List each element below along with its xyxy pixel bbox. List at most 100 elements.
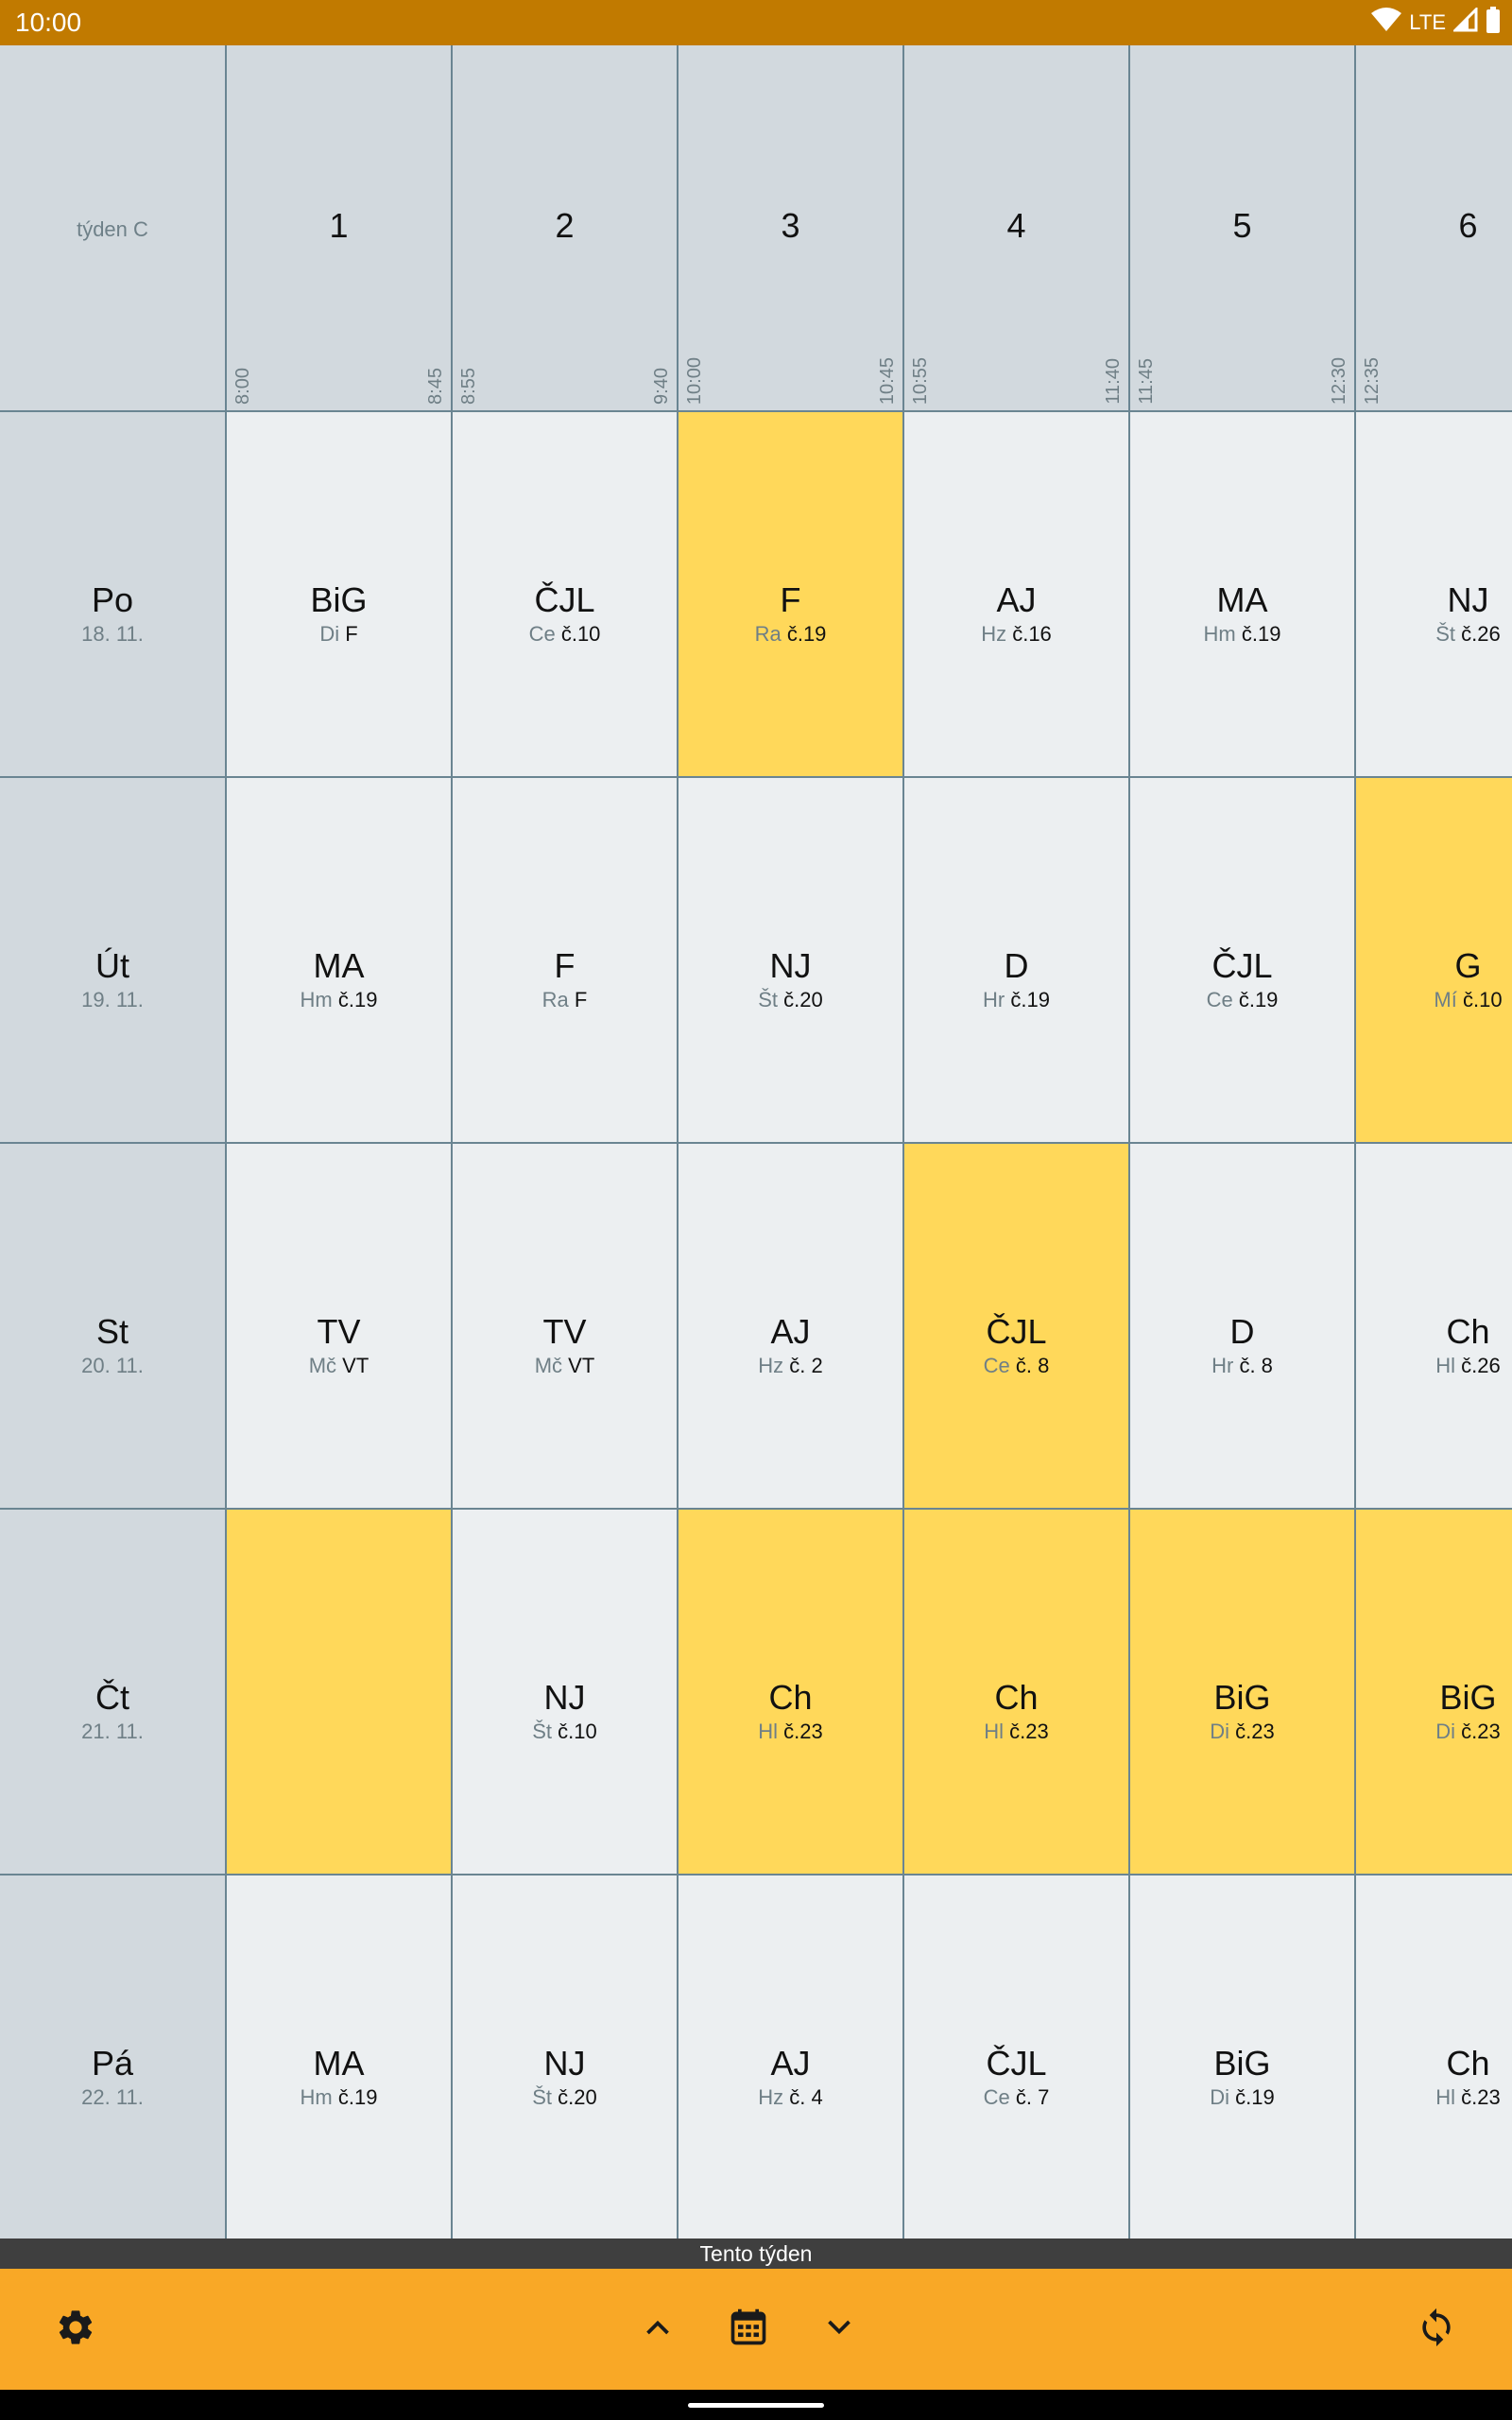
day-date: 22. 11. [81,2085,144,2109]
lesson-cell[interactable]: ČJL Ce č.19 [1130,778,1356,1144]
lesson-subject: MA [1216,580,1268,619]
lesson-cell[interactable]: AJ Hz č. 4 [679,1876,904,2238]
wifi-icon [1371,8,1402,38]
lesson-subject: F [554,946,576,985]
refresh-button[interactable] [1406,2299,1467,2360]
lesson-room: č.23 [1461,2085,1501,2109]
lesson-cell[interactable]: TV Mč VT [453,1144,679,1510]
day-header: Po 18. 11. [0,412,227,778]
lesson-cell[interactable]: BiG Di č.19 [1130,1876,1356,2238]
lesson-cell[interactable]: ČJL Ce č. 7 [904,1876,1130,2238]
lesson-teacher: Ce [528,622,556,646]
lesson-cell[interactable]: D Hr č.19 [904,778,1130,1144]
lesson-subject: Ch [1446,2044,1490,2083]
lesson-subject: NJ [769,946,812,985]
lesson-cell[interactable]: Ch Hl č.23 [679,1510,904,1876]
lesson-subject: AJ [770,2044,811,2083]
lesson-details: Št č.10 [453,1720,677,1744]
lesson-teacher: Ra [754,622,782,646]
lesson-teacher: Di [319,622,340,646]
lesson-room: VT [342,1354,369,1377]
lesson-cell[interactable]: NJ Št č.20 [679,778,904,1144]
lesson-subject: BiG [1213,1678,1271,1717]
lesson-cell[interactable]: MA Hm č.19 [227,778,453,1144]
lesson-teacher: Št [532,1720,553,1743]
lesson-cell[interactable]: MA Hm č.19 [227,1876,453,2238]
period-start-time: 10:55 [910,356,931,405]
day-date: 21. 11. [81,1720,144,1743]
lesson-teacher: Št [532,2085,553,2109]
lesson-details: Hl č.23 [679,1720,902,1744]
period-start-time: 12:35 [1362,356,1383,405]
lesson-details: Hz č. 2 [679,1354,902,1378]
lesson-room: č. 8 [1239,1354,1273,1377]
lesson-teacher: Mč [534,1354,563,1377]
lesson-subject: Ch [994,1678,1039,1717]
lesson-cell[interactable]: BiG Di č.23 [1130,1510,1356,1876]
lesson-subject: Ch [1446,1312,1490,1351]
lesson-details: Hm č.19 [227,988,451,1012]
period-number: 2 [555,206,575,245]
status-bar: 10:00 LTE [0,0,1512,45]
lesson-details: Ce č. 8 [904,1354,1128,1378]
period-end-time: 10:45 [877,356,898,405]
lesson-teacher: Mč [308,1354,337,1377]
lesson-subject: MA [313,946,365,985]
lesson-cell[interactable]: NJ Št č.26 [1356,412,1512,778]
lesson-cell[interactable]: BiG Di F [227,412,453,778]
lesson-room: č.26 [1461,622,1501,646]
lesson-cell[interactable]: NJ Št č.10 [453,1510,679,1876]
period-number: 4 [1006,206,1026,245]
lesson-details: Ce č.10 [453,622,677,647]
period-number: 3 [781,206,800,245]
next-week-button[interactable] [809,2299,869,2360]
week-label-cell: týden C [0,45,227,412]
lesson-teacher: Hr [983,988,1005,1011]
lesson-teacher: Di [1210,1720,1230,1743]
settings-button[interactable] [45,2299,106,2360]
period-end-time: 11:40 [1103,358,1124,405]
lesson-details: Di č.19 [1130,2085,1354,2110]
lesson-cell[interactable]: Ch Hl č.23 [1356,1876,1512,2238]
battery-icon [1486,7,1501,39]
lesson-room: č.23 [1235,1720,1275,1743]
system-navigation-bar [0,2390,1512,2420]
lesson-cell[interactable]: AJ Hz č. 2 [679,1144,904,1510]
lesson-details: Ra F [453,988,677,1012]
lesson-cell[interactable]: Ch Hl č.23 [904,1510,1130,1876]
previous-week-button[interactable] [627,2299,688,2360]
day-header: Út 19. 11. [0,778,227,1144]
lesson-cell[interactable]: F Ra č.19 [679,412,904,778]
gesture-handle[interactable] [688,2403,824,2408]
lesson-details: Hr č. 8 [1130,1354,1354,1378]
lesson-subject: BiG [1213,2044,1271,2083]
lesson-subject: AJ [996,580,1037,619]
lesson-details: Mč VT [227,1354,451,1378]
lesson-room: č.23 [1461,1720,1501,1743]
period-start-time: 11:45 [1136,358,1157,405]
lesson-cell[interactable]: ČJL Ce č.10 [453,412,679,778]
lesson-cell[interactable]: TV Mč VT [227,1144,453,1510]
lesson-cell[interactable]: Ch Hl č.26 [1356,1144,1512,1510]
lesson-details: Hl č.23 [1356,2085,1512,2110]
period-end-time: 9:40 [651,368,672,405]
day-header: Čt 21. 11. [0,1510,227,1876]
lesson-cell[interactable]: D Hr č. 8 [1130,1144,1356,1510]
lesson-subject: ČJL [986,2044,1047,2083]
lesson-cell[interactable]: G Mí č.10 [1356,778,1512,1144]
period-start-time: 10:00 [684,356,705,405]
timetable-grid[interactable]: týden C 1 8:00 8:45 2 8:55 9:40 3 10:00 10:45 4 10… [0,45,1512,2238]
lesson-cell[interactable]: AJ Hz č.16 [904,412,1130,778]
lesson-cell[interactable]: NJ Št č.20 [453,1876,679,2238]
lesson-teacher: Hl [984,1720,1005,1743]
lesson-cell[interactable] [227,1510,453,1876]
lesson-cell[interactable]: ČJL Ce č. 8 [904,1144,1130,1510]
lesson-details: Mí č.10 [1356,988,1512,1012]
lesson-room: č.19 [1241,622,1281,646]
lesson-details: Mč VT [453,1354,677,1378]
lesson-cell[interactable]: F Ra F [453,778,679,1144]
calendar-button[interactable] [718,2299,779,2360]
lesson-cell[interactable]: MA Hm č.19 [1130,412,1356,778]
period-number: 6 [1458,206,1478,245]
lesson-cell[interactable]: BiG Di č.23 [1356,1510,1512,1876]
